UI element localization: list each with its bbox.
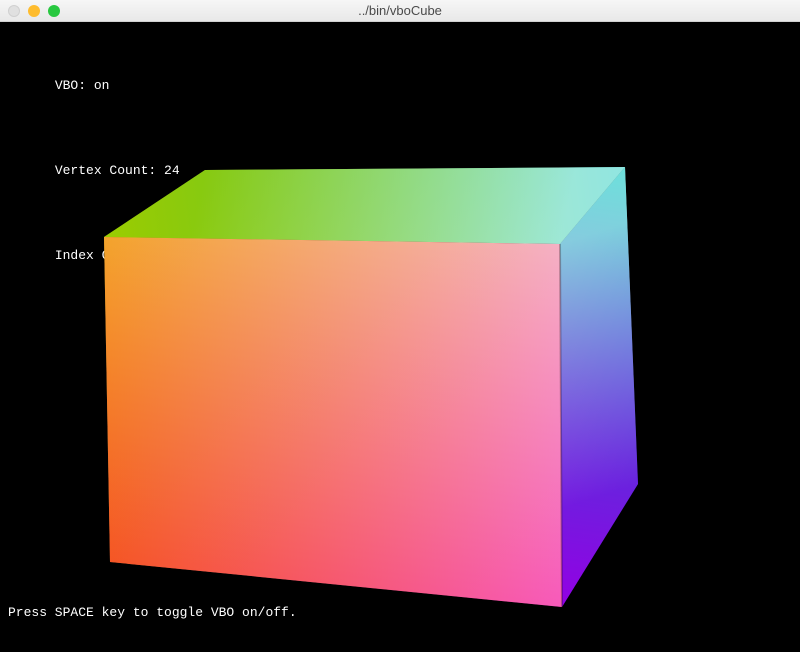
cube-edge [560,244,562,607]
hud-index-label: Index Count: [55,248,149,263]
footer-hint: Press SPACE key to toggle VBO on/off. [8,605,297,620]
hud-vbo-label: VBO: [55,78,86,93]
cube-right-face [560,167,638,607]
cube-right-face [560,167,638,607]
traffic-lights [0,5,60,17]
hud-index-value: 36 [156,248,172,263]
hud-vbo-value: on [94,78,110,93]
close-icon[interactable] [8,5,20,17]
hud-overlay: VBO: on Vertex Count: 24 Index Count: 36 [8,26,180,315]
hud-vertex-value: 24 [164,163,180,178]
cube-top-face [104,167,625,244]
maximize-icon[interactable] [48,5,60,17]
window-titlebar: ../bin/vboCube [0,0,800,22]
minimize-icon[interactable] [28,5,40,17]
rgb-cube [90,92,710,612]
window-title: ../bin/vboCube [0,3,800,18]
opengl-viewport[interactable]: VBO: on Vertex Count: 24 Index Count: 36 [0,22,800,622]
cube-top-face [104,167,625,244]
hud-vertex-label: Vertex Count: [55,163,156,178]
